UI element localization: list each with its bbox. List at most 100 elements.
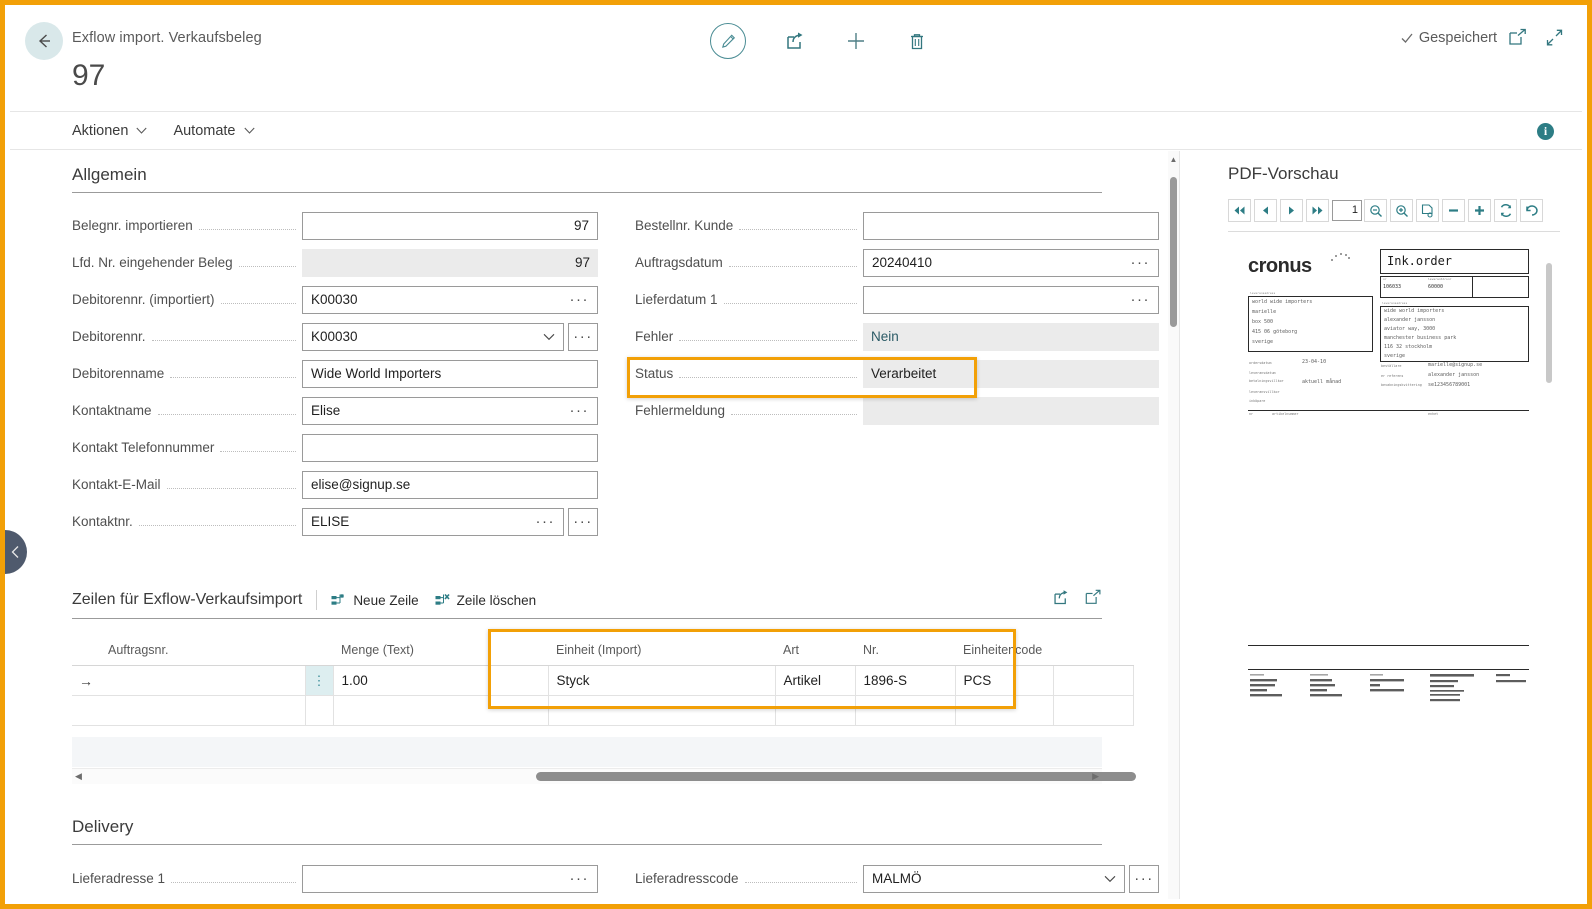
zoom-in-icon[interactable] xyxy=(1390,199,1413,222)
pdf-meta-label: inköpare xyxy=(1249,399,1265,403)
col-art[interactable]: Art xyxy=(775,629,855,666)
cell-einheitencode[interactable] xyxy=(955,696,1053,726)
field-kontaktnr: Kontaktnr. ELISE ··· ··· xyxy=(72,507,598,536)
cell-auftragsnr[interactable] xyxy=(100,666,305,696)
pdf-preview-panel: PDF-Vorschau 1 xyxy=(1179,151,1582,899)
kontaktnr-input[interactable]: ELISE ··· xyxy=(302,508,564,536)
kontaktname-input[interactable]: Elise ··· xyxy=(302,397,598,425)
fit-page-icon[interactable] xyxy=(1416,199,1439,222)
ellipsis-icon[interactable]: ··· xyxy=(530,513,556,530)
pdf-toolbar-divider xyxy=(1228,231,1560,232)
row-indicator: → xyxy=(72,666,100,696)
main-vertical-scrollbar[interactable]: ▲ xyxy=(1168,151,1179,899)
dot-leader xyxy=(158,406,296,415)
debitorenname-input[interactable]: Wide World Importers xyxy=(302,360,598,388)
cell-extra[interactable] xyxy=(1053,696,1133,726)
ribbon-item-aktionen[interactable]: Aktionen xyxy=(72,123,147,139)
col-menge-text[interactable]: Menge (Text) xyxy=(333,629,548,666)
pdf-vertical-scrollbar[interactable] xyxy=(1544,249,1554,909)
debitorennr-importiert-input[interactable]: K00030 ··· xyxy=(302,286,598,314)
ellipsis-icon[interactable]: ··· xyxy=(1125,254,1151,271)
plus-icon[interactable] xyxy=(1468,199,1491,222)
zoom-out-icon[interactable] xyxy=(1364,199,1387,222)
ellipsis-icon[interactable]: ··· xyxy=(564,870,590,887)
ellipsis-icon[interactable]: ··· xyxy=(564,291,590,308)
collapse-icon[interactable] xyxy=(1545,28,1564,52)
debitorennr-input[interactable]: K00030 xyxy=(302,323,564,351)
chevron-down-icon[interactable] xyxy=(1098,871,1116,886)
cell-art[interactable]: Artikel xyxy=(775,666,855,696)
auftragsdatum-input[interactable]: 20240410 ··· xyxy=(863,249,1159,277)
lieferadresse-1-input[interactable]: ··· xyxy=(302,865,598,893)
cell-menge-text[interactable] xyxy=(333,696,548,726)
share-icon[interactable] xyxy=(1052,589,1070,611)
col-nr[interactable]: Nr. xyxy=(855,629,955,666)
lines-horizontal-scrollbar[interactable]: ◀ ▶ xyxy=(72,768,1102,784)
lieferdatum-1-input[interactable]: ··· xyxy=(863,286,1159,314)
lieferadresscode-assist-button[interactable]: ··· xyxy=(1129,865,1159,893)
chevron-down-icon[interactable] xyxy=(537,329,555,344)
pdf-page-number-input[interactable]: 1 xyxy=(1332,200,1362,221)
dot-leader xyxy=(199,221,296,230)
kontakt-telefonnummer-input[interactable] xyxy=(302,434,598,462)
open-in-excel-icon[interactable] xyxy=(1084,589,1102,611)
table-row[interactable] xyxy=(72,696,1133,726)
scroll-thumb[interactable] xyxy=(1170,177,1177,327)
previous-page-icon[interactable] xyxy=(1254,199,1277,222)
cell-auftragsnr[interactable] xyxy=(100,696,305,726)
pencil-edit-icon[interactable] xyxy=(710,23,746,59)
cell-einheit-import[interactable] xyxy=(548,696,775,726)
info-icon[interactable]: i xyxy=(1537,123,1554,140)
field-bestellnr-kunde: Bestellnr. Kunde xyxy=(635,211,1159,240)
lieferadresscode-input[interactable]: MALMÖ xyxy=(863,865,1125,893)
cell-nr[interactable] xyxy=(855,696,955,726)
undo-rotate-icon[interactable] xyxy=(1520,199,1543,222)
cell-drag-handle[interactable] xyxy=(305,696,333,726)
scroll-right-arrow-icon[interactable]: ▶ xyxy=(1092,771,1099,782)
col-einheit-import[interactable]: Einheit (Import) xyxy=(548,629,775,666)
trash-delete-icon[interactable] xyxy=(900,24,934,58)
scroll-thumb[interactable] xyxy=(1546,263,1552,383)
pdf-document-page[interactable]: cronus Ink.order nr leverantörsnr 106033… xyxy=(1232,247,1558,909)
col-einheitencode[interactable]: Einheitencode xyxy=(955,629,1053,666)
cell-einheit-import[interactable]: Styck xyxy=(548,666,775,696)
field-lieferdatum-1: Lieferdatum 1 ··· xyxy=(635,285,1159,314)
fehlermeldung-value xyxy=(863,397,1159,425)
cell-art[interactable] xyxy=(775,696,855,726)
ellipsis-icon[interactable]: ··· xyxy=(1125,291,1151,308)
field-debitorennr-importiert: Debitorennr. (importiert) K00030 ··· xyxy=(72,285,598,314)
cell-drag-handle[interactable]: ⋮ xyxy=(305,666,333,696)
belegnr-importieren-input[interactable]: 97 xyxy=(302,212,598,240)
next-page-icon[interactable] xyxy=(1280,199,1303,222)
bestellnr-kunde-input[interactable] xyxy=(863,212,1159,240)
ellipsis-icon[interactable]: ··· xyxy=(564,402,590,419)
minus-icon[interactable] xyxy=(1442,199,1465,222)
debitorennr-assist-button[interactable]: ··· xyxy=(568,323,598,351)
col-auftragsnr[interactable]: Auftragsnr. xyxy=(100,629,305,666)
back-arrow-icon[interactable] xyxy=(25,22,63,60)
lines-grid: Auftragsnr. Menge (Text) Einheit (Import… xyxy=(72,629,1134,726)
cell-einheitencode[interactable]: PCS xyxy=(955,666,1053,696)
table-row[interactable]: → ⋮ 1.00 Styck Artikel 1896-S PCS xyxy=(72,666,1133,696)
new-line-label: Neue Zeile xyxy=(353,593,418,608)
scroll-up-arrow-icon[interactable]: ▲ xyxy=(1169,155,1178,164)
field-label: Status xyxy=(635,366,673,381)
cell-extra[interactable] xyxy=(1053,666,1133,696)
last-page-icon[interactable] xyxy=(1306,199,1329,222)
kontaktnr-assist-button[interactable]: ··· xyxy=(568,508,598,536)
cell-nr[interactable]: 1896-S xyxy=(855,666,955,696)
field-value: 97 xyxy=(575,255,590,270)
share-icon[interactable] xyxy=(778,24,812,58)
kontakt-email-input[interactable]: elise@signup.se xyxy=(302,471,598,499)
scroll-thumb[interactable] xyxy=(536,772,1136,781)
refresh-icon[interactable] xyxy=(1494,199,1517,222)
first-page-icon[interactable] xyxy=(1228,199,1251,222)
scroll-left-arrow-icon[interactable]: ◀ xyxy=(75,771,82,782)
ribbon-item-automate[interactable]: Automate xyxy=(173,123,254,139)
cell-menge-text[interactable]: 1.00 xyxy=(333,666,548,696)
delete-line-button[interactable]: Zeile löschen xyxy=(435,593,537,608)
plus-new-icon[interactable] xyxy=(839,24,873,58)
open-in-new-window-icon[interactable] xyxy=(1508,28,1527,52)
pdf-address-line: aviator way, 3000 xyxy=(1384,326,1435,332)
new-line-button[interactable]: Neue Zeile xyxy=(331,593,418,608)
